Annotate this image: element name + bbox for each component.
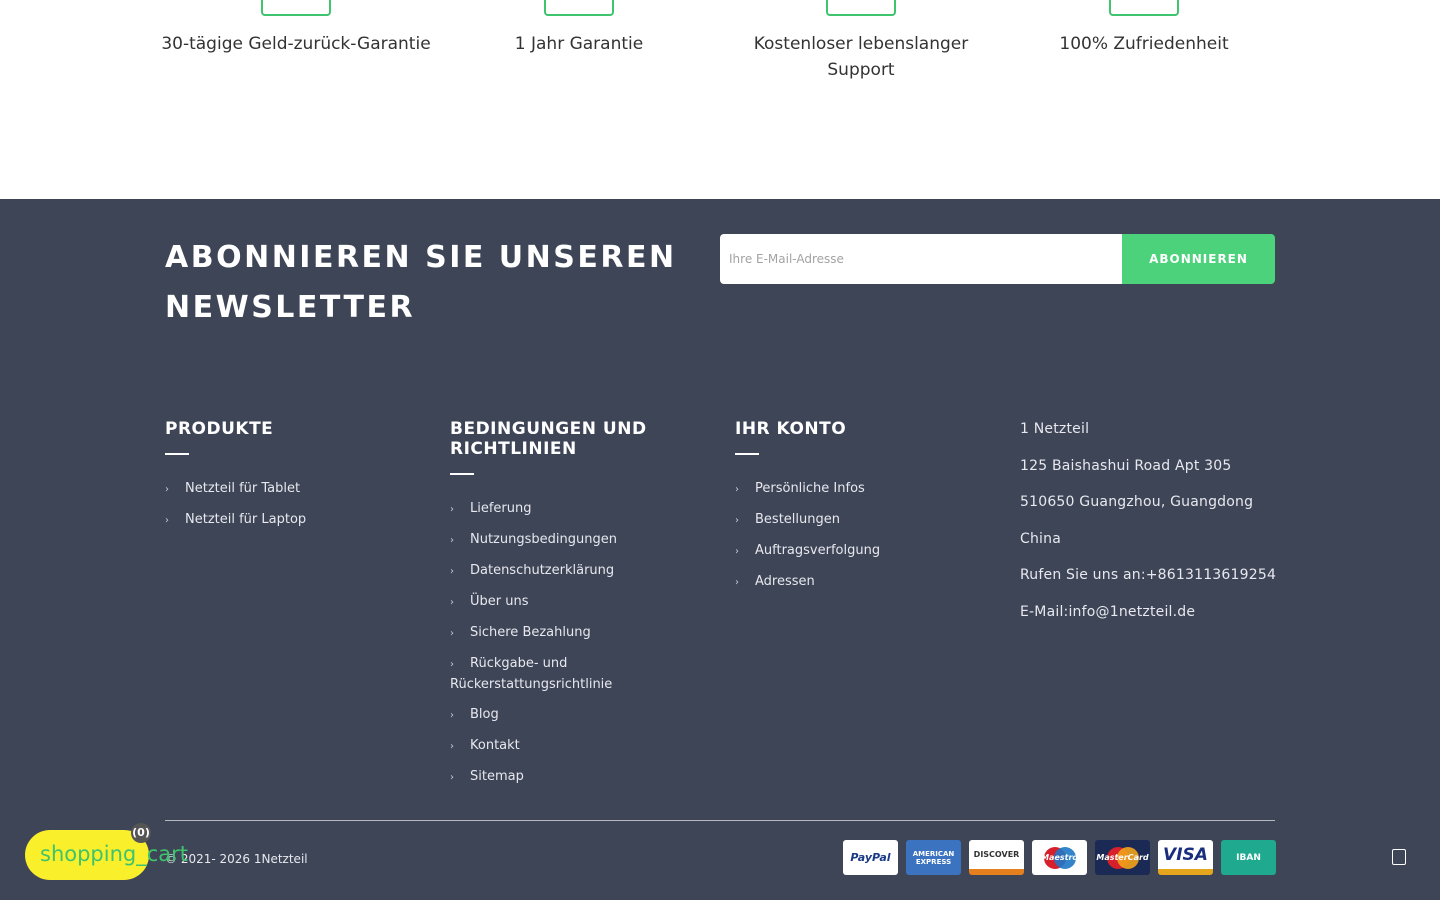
footer-link-blog[interactable]: Blog <box>470 707 499 722</box>
footer-link-item: › Nutzungsbedingungen <box>450 530 690 551</box>
footer-link-orders[interactable]: Bestellungen <box>755 512 840 527</box>
chevron-right-icon: › <box>735 577 739 588</box>
footer-link-sitemap[interactable]: Sitemap <box>470 769 524 784</box>
chevron-right-icon: › <box>450 535 454 546</box>
footer-link-privacy[interactable]: Datenschutzerklärung <box>470 563 614 578</box>
column-title: BEDINGUNGEN UND RICHTLINIEN <box>450 419 647 459</box>
chevron-right-icon: › <box>450 772 454 783</box>
maestro-logo: Maestro <box>1032 840 1087 875</box>
amex-logo: AMERICAN EXPRESS <box>906 840 961 875</box>
contact-phone: Rufen Sie uns an:+8613113619254 <box>1020 567 1277 583</box>
link-list: › Lieferung › Nutzungsbedingungen › Datensc… <box>450 499 690 788</box>
footer-link-terms[interactable]: Nutzungsbedingungen <box>470 532 617 547</box>
footer-link-item: › Datenschutzerklärung <box>450 561 690 582</box>
chevron-right-icon: › <box>735 546 739 557</box>
footer-link-laptop[interactable]: Netzteil für Laptop <box>185 512 306 527</box>
footer-link-item: › Lieferung <box>450 499 690 520</box>
mastercard-logo: MasterCard <box>1095 840 1150 875</box>
features-strip: 30-tägige Geld-zurück-Garantie 1 Jahr Ga… <box>0 0 1440 199</box>
scroll-to-top-icon[interactable] <box>1392 849 1406 865</box>
newsletter-form: ABONNIEREN <box>720 234 1275 284</box>
footer-link-item: › Netzteil für Tablet <box>165 479 405 500</box>
column-title: PRODUKTE <box>165 419 274 439</box>
footer-link-item: › Rückgabe- und Rückerstattungsrichtlinie <box>450 654 690 695</box>
feature-label: 30-tägige Geld-zurück-Garantie <box>161 34 431 54</box>
satisfaction-icon <box>1109 0 1179 16</box>
footer-link-item: › Blog <box>450 705 690 726</box>
footer-link-tablet[interactable]: Netzteil für Tablet <box>185 481 300 496</box>
feature-label: 100% Zufriedenheit <box>1059 34 1229 54</box>
contact-country: China <box>1020 530 1061 547</box>
footer-link-personal-info[interactable]: Persönliche Infos <box>755 481 865 496</box>
chevron-right-icon: › <box>735 515 739 526</box>
cart-count-badge: (0) <box>131 823 151 843</box>
footer-link-item: › Sitemap <box>450 767 690 788</box>
warranty-icon <box>544 0 614 16</box>
chevron-right-icon: › <box>735 484 739 495</box>
chevron-right-icon: › <box>450 628 454 639</box>
paypal-logo: PayPal <box>843 840 898 875</box>
newsletter-title: ABONNIEREN SIE UNSEREN NEWSLETTER <box>165 240 677 325</box>
shopping-cart-icon: shopping_cart <box>40 842 189 866</box>
footer-link-item: › Persönliche Infos <box>735 479 975 500</box>
footer-link-contact[interactable]: Kontakt <box>470 738 520 753</box>
column-title: IHR KONTO <box>735 419 847 439</box>
link-list: › Netzteil für Tablet › Netzteil für Lapto… <box>165 479 405 531</box>
feature-label: Kostenloser lebenslanger Support <box>753 34 969 80</box>
footer-link-secure-payment[interactable]: Sichere Bezahlung <box>470 625 591 640</box>
chevron-right-icon: › <box>450 710 454 721</box>
footer-link-about[interactable]: Über uns <box>470 594 529 609</box>
chevron-right-icon: › <box>450 566 454 577</box>
site-footer: ABONNIEREN SIE UNSEREN NEWSLETTER ABONNI… <box>0 199 1440 900</box>
title-underline <box>165 453 189 455</box>
discover-logo: DISCOVER <box>969 840 1024 875</box>
contact-email: E-Mail:info@1netzteil.de <box>1020 603 1196 620</box>
footer-link-delivery[interactable]: Lieferung <box>470 501 532 516</box>
footer-link-item: › Bestellungen <box>735 510 975 531</box>
footer-divider <box>165 820 1275 821</box>
footer-link-order-tracking[interactable]: Auftragsverfolgung <box>755 543 880 558</box>
footer-contact-info: 1 Netzteil 125 Baishashui Road Apt 305 5… <box>1020 419 1290 638</box>
chevron-right-icon: › <box>165 515 169 526</box>
footer-link-item: › Netzteil für Laptop <box>165 510 405 531</box>
newsletter-email-input[interactable] <box>720 234 1122 284</box>
footer-link-item: › Kontakt <box>450 736 690 757</box>
chevron-right-icon: › <box>450 741 454 752</box>
feature-label: 1 Jahr Garantie <box>514 34 644 54</box>
link-list: › Persönliche Infos › Bestellungen › Auftra… <box>735 479 975 593</box>
footer-column-account: IHR KONTO › Persönliche Infos › Bestellung… <box>735 419 975 603</box>
support-icon <box>826 0 896 16</box>
mastercard-label: MasterCard <box>1096 853 1149 862</box>
footer-link-item: › Über uns <box>450 592 690 613</box>
title-underline <box>735 453 759 455</box>
chevron-right-icon: › <box>450 659 454 670</box>
footer-column-terms: BEDINGUNGEN UND RICHTLINIEN › Lieferung ›… <box>450 419 690 798</box>
chevron-right-icon: › <box>165 484 169 495</box>
title-underline <box>450 473 474 475</box>
newsletter-subscribe-button[interactable]: ABONNIEREN <box>1122 234 1275 284</box>
footer-link-item: › Auftragsverfolgung <box>735 541 975 562</box>
footer-link-returns[interactable]: Rückgabe- und Rückerstattungsrichtlinie <box>450 656 612 692</box>
money-back-icon <box>261 0 331 16</box>
chevron-right-icon: › <box>450 597 454 608</box>
footer-column-products: PRODUKTE › Netzteil für Tablet › Netzteil … <box>165 419 405 541</box>
visa-logo: VISA <box>1158 840 1213 875</box>
maestro-label: Maestro <box>1041 853 1078 862</box>
chevron-right-icon: › <box>450 504 454 515</box>
contact-street: 125 Baishashui Road Apt 305 <box>1020 457 1232 474</box>
footer-link-item: › Adressen <box>735 572 975 593</box>
footer-link-addresses[interactable]: Adressen <box>755 574 815 589</box>
payment-methods: PayPal AMERICAN EXPRESS DISCOVER Maestro… <box>843 840 1276 875</box>
contact-company: 1 Netzteil <box>1020 421 1090 437</box>
iban-logo: IBAN <box>1221 840 1276 875</box>
floating-cart-button[interactable]: shopping_cart <box>25 830 188 880</box>
footer-link-item: › Sichere Bezahlung <box>450 623 690 644</box>
contact-city: 510650 Guangzhou, Guangdong <box>1020 494 1254 510</box>
